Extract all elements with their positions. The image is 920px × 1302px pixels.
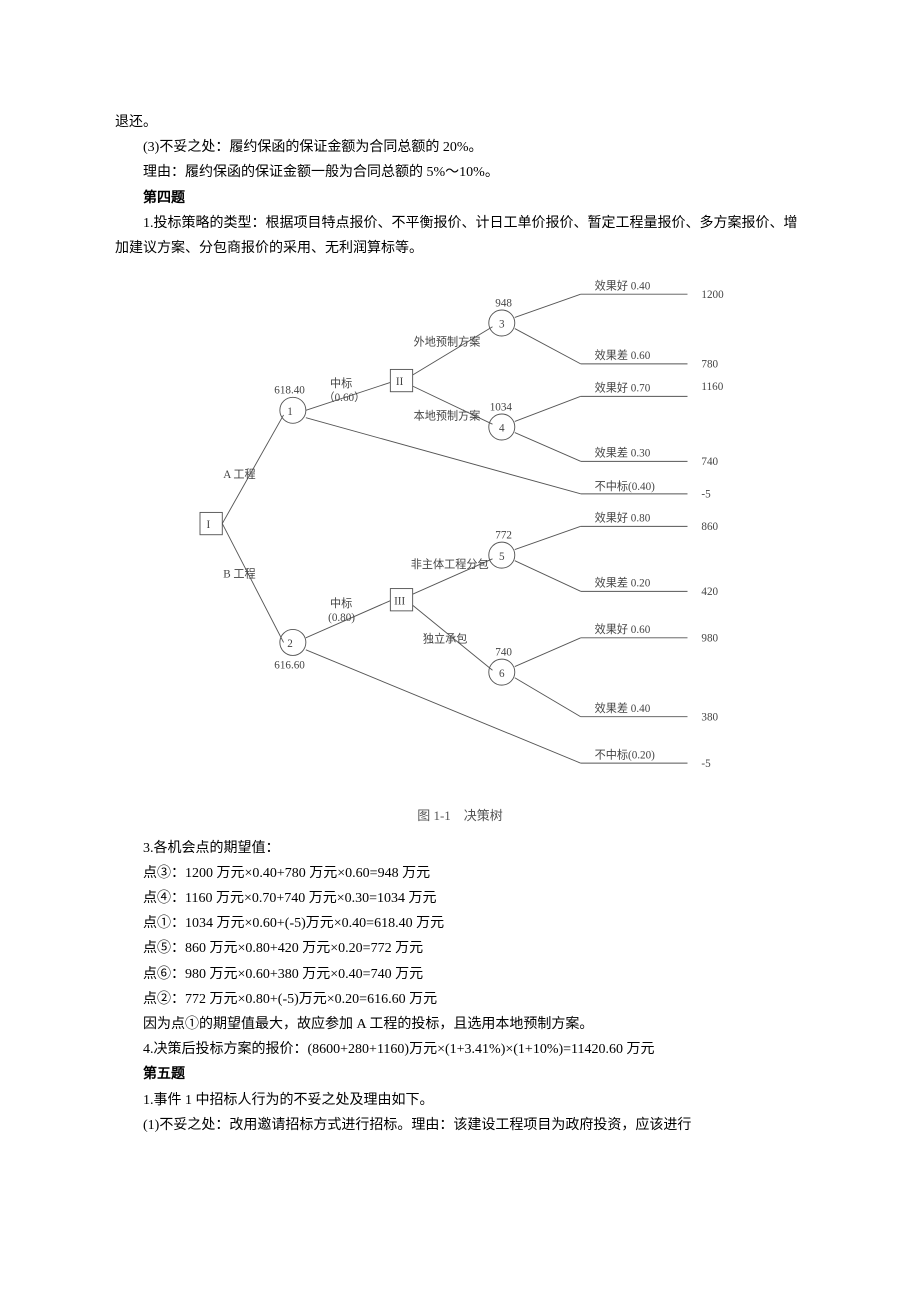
box-iii-label: III [394,595,405,607]
paragraph: 1.事件 1 中招标人行为的不妥之处及理由如下。 [115,1088,805,1113]
node6-id: 6 [499,668,505,680]
leaf-5b-label: 效果差 0.20 [595,576,651,590]
option-waidi: 外地预制方案 [414,334,481,348]
leaf-6a-val: 980 [701,633,718,645]
node4-id: 4 [499,423,505,435]
calc-line: 点③：1200 万元×0.40+780 万元×0.60=948 万元 [115,861,805,886]
leaf-a-lose-val: -5 [701,489,711,501]
edge-a-win1: 中标 [330,376,352,390]
node2-id: 2 [287,638,293,650]
section-heading-q5: 第五题 [115,1062,805,1087]
leaf-3b-label: 效果差 0.60 [595,348,651,362]
edge-a-win2: （0.60） [324,391,366,404]
node1-id: 1 [287,406,293,418]
leaf-4b-label: 效果差 0.30 [595,446,651,460]
paragraph: (3)不妥之处：履约保函的保证金额为合同总额的 20%。 [115,135,805,160]
paragraph: 理由：履约保函的保证金额一般为合同总额的 5%～10%。 [115,160,805,185]
leaf-b-lose-label: 不中标(0.20) [595,748,656,762]
leaf-4a-label: 效果好 0.70 [595,381,651,395]
root-box-label: I [207,519,211,531]
node3-ev: 948 [495,297,512,309]
leaf-3a-label: 效果好 0.40 [595,279,651,293]
leaf-6a-label: 效果好 0.60 [595,622,651,636]
leaf-a-lose-label: 不中标(0.40) [595,479,656,493]
calc-line: 点④：1160 万元×0.70+740 万元×0.30=1034 万元 [115,886,805,911]
leaf-6b-label: 效果差 0.40 [595,701,651,715]
node5-id: 5 [499,551,505,563]
section-heading-q4: 第四题 [115,186,805,211]
calc-line: 点⑤：860 万元×0.80+420 万元×0.20=772 万元 [115,936,805,961]
decision-tree-svg: I A 工程 B 工程 1 618.40 2 616.60 中标 （0.60） … [180,271,740,791]
option-bendi: 本地预制方案 [414,409,481,423]
paragraph: 1.投标策略的类型：根据项目特点报价、不平衡报价、计日工单价报价、暂定工程量报价… [115,211,805,261]
node3-id: 3 [499,319,505,331]
calc-heading: 3.各机会点的期望值： [115,836,805,861]
node1-ev: 618.40 [274,385,305,397]
box-ii-label: II [396,376,404,388]
leaf-4b-val: 740 [701,456,718,468]
node5-ev: 772 [495,530,512,542]
calc-line: 点⑥：980 万元×0.60+380 万元×0.40=740 万元 [115,962,805,987]
paragraph: (1)不妥之处：改用邀请招标方式进行招标。理由：该建设工程项目为政府投资，应该进… [115,1113,805,1138]
node4-ev: 1034 [490,401,513,413]
calc-conclusion: 因为点①的期望值最大，故应参加 A 工程的投标，且选用本地预制方案。 [115,1012,805,1037]
option-duli: 独立承包 [423,632,468,646]
leaf-b-lose-val: -5 [701,758,711,770]
branch-b-label: B 工程 [223,568,255,581]
leaf-3a-val: 1200 [701,289,724,301]
leaf-6b-val: 380 [701,712,718,724]
edge-b-win1: 中标 [330,596,352,610]
calc-line: 点①：1034 万元×0.60+(-5)万元×0.40=618.40 万元 [115,911,805,936]
calc-q4-4: 4.决策后投标方案的报价：(8600+280+1160)万元×(1+3.41%)… [115,1037,805,1062]
leaf-3b-val: 780 [701,359,718,371]
node6-ev: 740 [495,647,512,659]
leaf-5a-val: 860 [701,521,718,533]
leaf-5a-label: 效果好 0.80 [595,511,651,525]
leaf-4a-val: 1160 [701,381,723,393]
edge-b-win2: (0.80) [328,612,355,624]
node2-ev: 616.60 [274,660,305,672]
option-fenbao: 非主体工程分包 [411,557,489,571]
paragraph: 退还。 [115,110,805,135]
decision-tree-diagram: I A 工程 B 工程 1 618.40 2 616.60 中标 （0.60） … [115,271,805,828]
calc-line: 点②：772 万元×0.80+(-5)万元×0.20=616.60 万元 [115,987,805,1012]
document-page: 退还。 (3)不妥之处：履约保函的保证金额为合同总额的 20%。 理由：履约保函… [0,0,920,1302]
leaf-5b-val: 420 [701,586,718,598]
figure-caption: 图 1-1 决策树 [115,804,805,827]
branch-a-label: A 工程 [223,468,255,481]
